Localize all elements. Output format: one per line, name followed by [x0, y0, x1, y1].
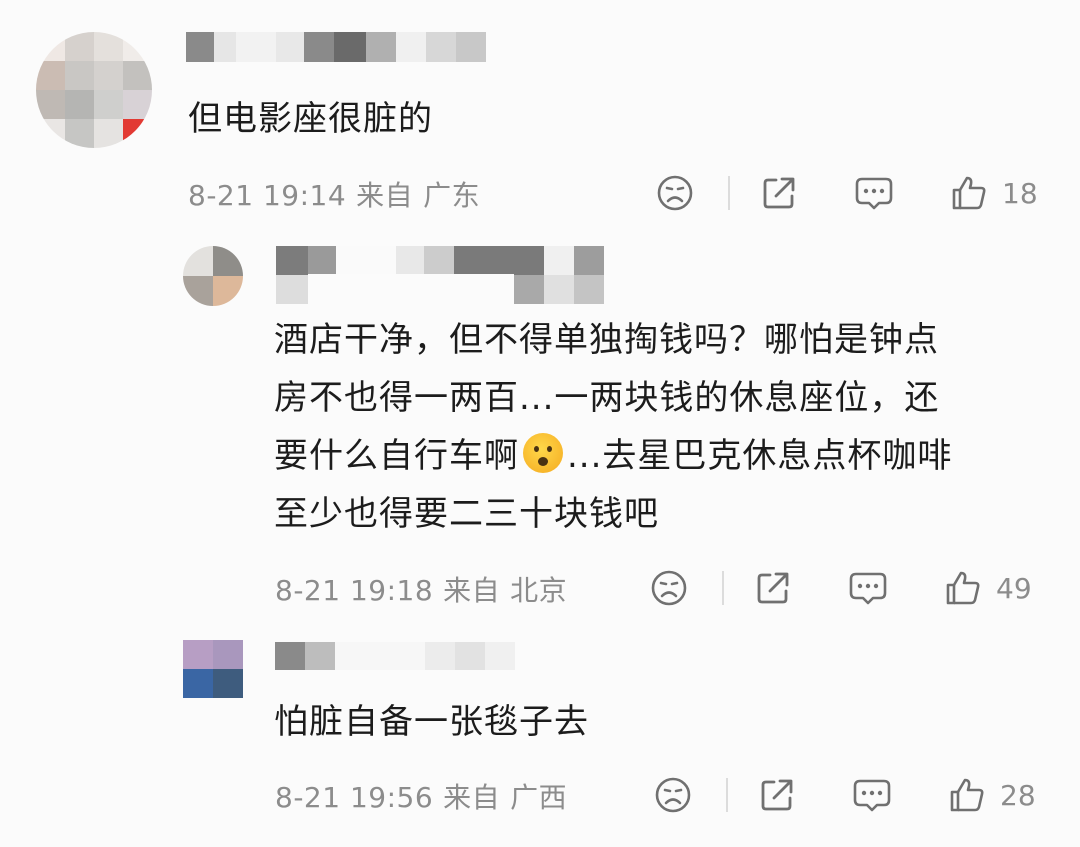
username-blurred[interactable]	[276, 246, 604, 304]
reply-button[interactable]	[854, 174, 894, 212]
share-icon	[761, 779, 793, 811]
reply-icon	[855, 177, 893, 210]
share-button[interactable]	[758, 776, 796, 814]
comment-text: 怕脏自备一张毯子去	[274, 702, 589, 742]
divider	[728, 176, 730, 210]
action-bar: 49	[650, 569, 1032, 607]
share-button[interactable]	[760, 174, 798, 212]
from-label: 来自	[356, 179, 414, 212]
avatar[interactable]	[183, 246, 243, 306]
like-icon	[950, 778, 984, 812]
frowning-open-mouth-emoji	[523, 433, 563, 473]
comment-meta: 8-21 19:18 来自 北京	[275, 569, 577, 609]
like-count: 18	[1002, 176, 1038, 210]
comment-date: 8-21 19:56	[275, 781, 434, 814]
comment-location: 广西	[510, 781, 568, 814]
dislike-button[interactable]	[650, 569, 688, 607]
from-label: 来自	[443, 574, 501, 607]
comment-text: 酒店干净，但不得单独掏钱吗？哪怕是钟点 房不也得一两百...一两块钱的休息座位，…	[274, 311, 952, 543]
reply-button[interactable]	[848, 569, 888, 607]
dislike-icon	[651, 570, 687, 606]
comment-location: 广东	[423, 179, 481, 212]
divider	[726, 778, 728, 812]
like-count: 28	[1000, 778, 1036, 812]
avatar[interactable]	[183, 640, 243, 698]
like-button[interactable]: 28	[948, 776, 1036, 814]
comment-date: 8-21 19:14	[188, 179, 347, 212]
avatar[interactable]	[36, 32, 152, 148]
action-bar: 18	[656, 174, 1038, 212]
dislike-icon	[657, 175, 693, 211]
comment-meta: 8-21 19:14 来自 广东	[188, 174, 490, 214]
dislike-icon	[655, 777, 691, 813]
comment-text: 但电影座很脏的	[188, 99, 433, 139]
username-blurred[interactable]	[275, 642, 515, 670]
reply-icon	[853, 779, 891, 812]
share-icon	[763, 177, 795, 209]
like-button[interactable]: 49	[944, 569, 1032, 607]
share-icon	[757, 572, 789, 604]
reply-icon	[849, 572, 887, 605]
share-button[interactable]	[754, 569, 792, 607]
dislike-button[interactable]	[654, 776, 692, 814]
divider	[722, 571, 724, 605]
reply-button[interactable]	[852, 776, 892, 814]
action-bar: 28	[654, 776, 1036, 814]
dislike-button[interactable]	[656, 174, 694, 212]
like-icon	[952, 176, 986, 210]
username-blurred[interactable]	[186, 32, 486, 62]
comment-meta: 8-21 19:56 来自 广西	[275, 776, 577, 816]
comment-date: 8-21 19:18	[275, 574, 434, 607]
from-label: 来自	[443, 781, 501, 814]
like-button[interactable]: 18	[950, 174, 1038, 212]
comment-location: 北京	[510, 574, 568, 607]
like-icon	[946, 571, 980, 605]
like-count: 49	[996, 571, 1032, 605]
